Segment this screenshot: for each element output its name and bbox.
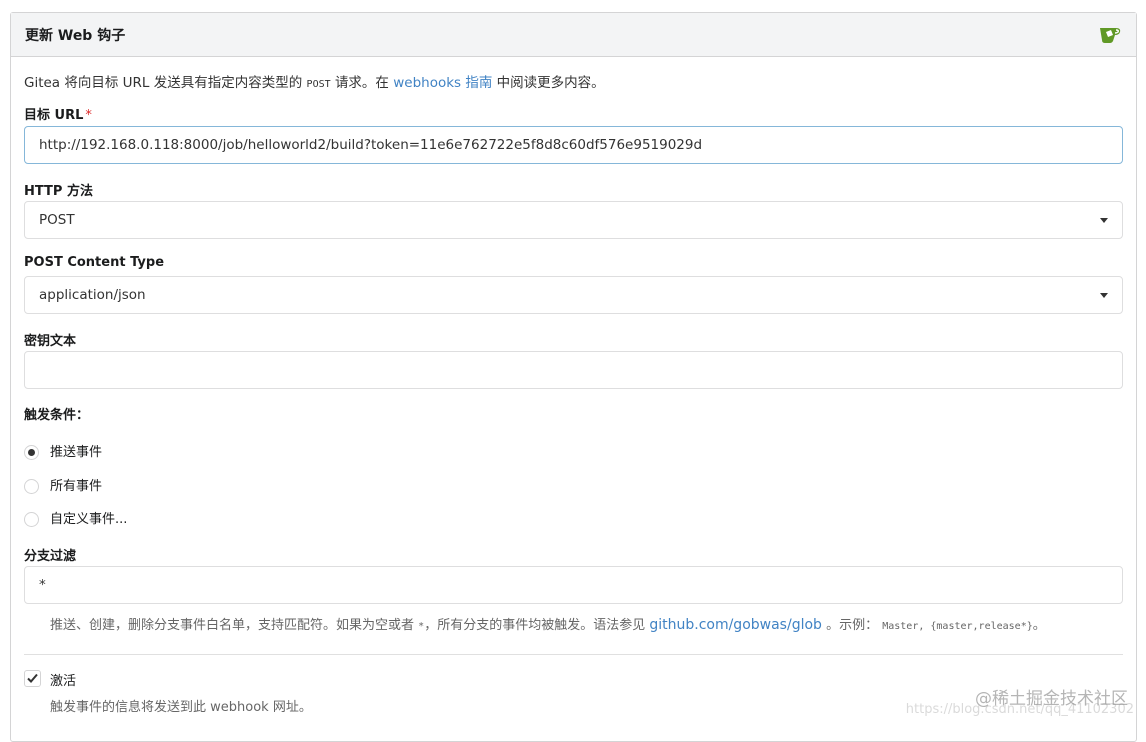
active-label: 激活 bbox=[50, 674, 77, 689]
active-checkbox[interactable] bbox=[24, 670, 41, 687]
description-text-suffix: 中阅读更多内容。 bbox=[496, 75, 605, 91]
http-method-label: HTTP 方法 bbox=[24, 184, 93, 199]
branch-filter-help: 推送、创建，删除分支事件白名单，支持匹配符。如果为空或者 *，所有分支的事件均被… bbox=[50, 614, 1046, 633]
http-method-value: POST bbox=[39, 212, 75, 228]
checkmark-icon bbox=[27, 673, 38, 683]
help-text: 推送、创建，删除分支事件白名单，支持匹配符。如果为空或者 bbox=[50, 618, 415, 633]
secret-label: 密钥文本 bbox=[24, 334, 77, 349]
radio-label: 推送事件 bbox=[50, 445, 103, 460]
description-text: Gitea 将向目标 URL 发送具有指定内容类型的 bbox=[24, 75, 303, 91]
target-url-label: 目标 URL * bbox=[24, 104, 92, 123]
form-description: Gitea 将向目标 URL 发送具有指定内容类型的 POST 请求。在 web… bbox=[24, 71, 605, 91]
radio-button[interactable] bbox=[24, 445, 39, 460]
dropdown-caret-icon bbox=[1100, 218, 1108, 223]
help-example-prefix: 。示例： bbox=[826, 618, 879, 633]
http-method-select[interactable]: POST bbox=[24, 201, 1123, 239]
branch-filter-label: 分支过滤 bbox=[24, 549, 77, 564]
help-text-middle: ，所有分支的事件均被触发。语法参见 bbox=[424, 618, 646, 633]
active-help: 触发事件的信息将发送到此 webhook 网址。 bbox=[50, 700, 312, 715]
gitea-logo-icon bbox=[1098, 24, 1122, 44]
target-url-input[interactable]: http://192.168.0.118:8000/job/helloworld… bbox=[24, 126, 1123, 164]
content-type-select[interactable]: application/json bbox=[24, 276, 1123, 314]
radio-button[interactable] bbox=[24, 479, 39, 494]
secret-input[interactable] bbox=[24, 351, 1123, 389]
help-example: Master, {master,release*} bbox=[882, 621, 1033, 632]
radio-label: 自定义事件... bbox=[50, 512, 128, 527]
branch-filter-input[interactable]: * bbox=[24, 566, 1123, 604]
description-text-middle: 请求。在 bbox=[334, 75, 389, 91]
glob-syntax-link[interactable]: github.com/gobwas/glob bbox=[649, 617, 822, 633]
panel-title: 更新 Web 钩子 bbox=[25, 28, 126, 44]
help-end: 。 bbox=[1032, 618, 1046, 633]
dropdown-caret-icon bbox=[1100, 293, 1108, 298]
content-type-label: POST Content Type bbox=[24, 255, 165, 270]
watermark-url: https://blog.csdn.net/qq_41102302 bbox=[905, 702, 1134, 717]
radio-label: 所有事件 bbox=[50, 479, 103, 494]
trigger-label: 触发条件： bbox=[24, 408, 90, 423]
content-type-value: application/json bbox=[39, 287, 146, 303]
description-method: POST bbox=[306, 79, 331, 90]
webhooks-guide-link[interactable]: webhooks 指南 bbox=[393, 75, 492, 91]
divider bbox=[24, 654, 1123, 655]
panel-header: 更新 Web 钩子 bbox=[11, 13, 1136, 57]
target-url-label-text: 目标 URL bbox=[24, 108, 84, 123]
radio-button[interactable] bbox=[24, 512, 39, 527]
required-mark: * bbox=[85, 108, 92, 123]
